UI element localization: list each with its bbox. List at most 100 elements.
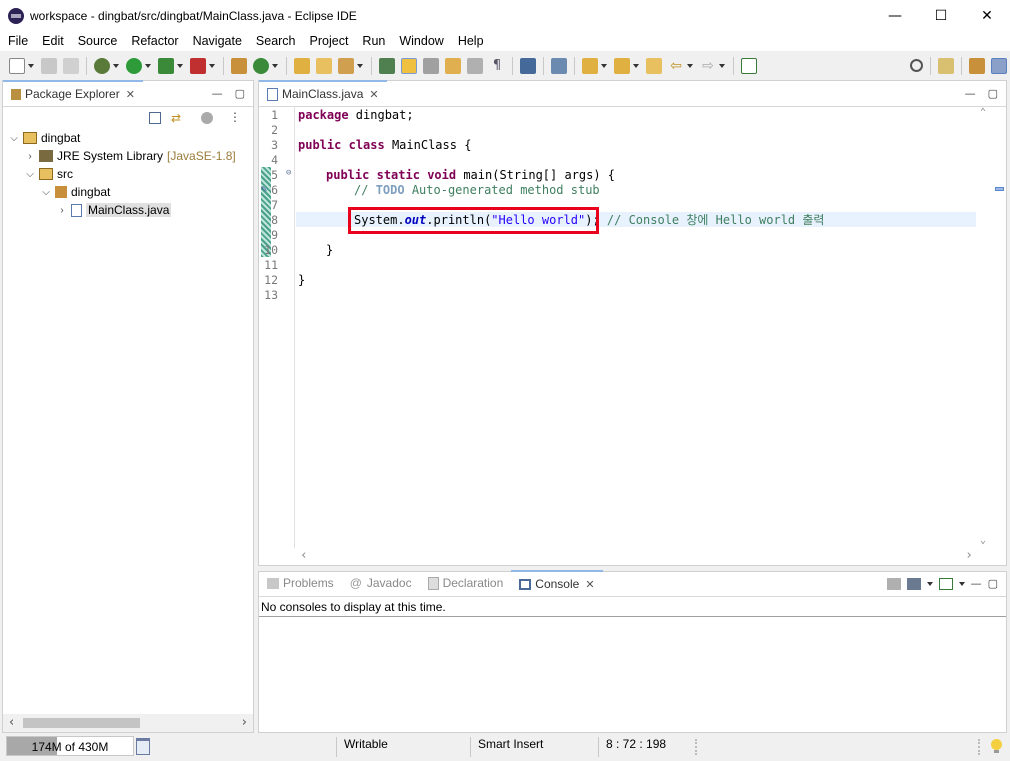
chevron-right-icon[interactable]: ›	[965, 548, 973, 563]
lightbulb-icon[interactable]	[991, 739, 1002, 750]
maximize-view-icon[interactable]: ▢	[988, 577, 998, 590]
status-splitter[interactable]	[978, 739, 980, 755]
tab-problems[interactable]: Problems	[259, 570, 342, 596]
debug-icon[interactable]	[94, 57, 110, 74]
last-edit-icon[interactable]	[646, 57, 662, 74]
forward-dropdown-icon[interactable]	[719, 63, 725, 68]
terminal-icon[interactable]	[520, 57, 536, 74]
fold-minus-icon[interactable]: ⊖	[286, 168, 291, 178]
new-java-class-icon[interactable]	[253, 57, 269, 74]
tab-package-explorer[interactable]: Package Explorer ✕	[3, 80, 143, 106]
external-tools-icon[interactable]	[190, 57, 206, 74]
link-with-editor-icon[interactable]: ⇄	[171, 112, 185, 124]
chevron-left-icon[interactable]: ‹	[9, 715, 14, 730]
menu-source[interactable]: Source	[70, 34, 124, 48]
coverage-icon[interactable]	[158, 57, 174, 74]
chevron-right-icon[interactable]: ›	[242, 715, 247, 730]
run-dropdown-icon[interactable]	[145, 63, 151, 68]
status-splitter[interactable]	[695, 739, 697, 755]
chevron-down-icon[interactable]: ⌵	[41, 187, 51, 198]
vertical-scrollbar[interactable]: ⌃ ⌄	[977, 107, 993, 548]
close-button[interactable]: ✕	[964, 0, 1010, 31]
menu-file[interactable]: File	[0, 34, 34, 48]
focus-active-task-icon[interactable]	[201, 112, 213, 124]
menu-project[interactable]: Project	[302, 34, 355, 48]
new-icon[interactable]	[9, 57, 25, 74]
trash-icon[interactable]	[136, 738, 150, 755]
display-console-icon[interactable]	[906, 577, 921, 590]
back-icon[interactable]: ⇦	[668, 58, 684, 74]
tab-javadoc[interactable]: @ Javadoc	[342, 570, 420, 596]
tree-item-src[interactable]: ⌵ src	[25, 165, 73, 183]
heap-status[interactable]: 174M of 430M	[6, 736, 134, 756]
collapse-all-icon[interactable]	[149, 112, 161, 124]
search-tool-dropdown-icon[interactable]	[357, 63, 363, 68]
chevron-left-icon[interactable]: ‹	[300, 548, 308, 563]
chevron-down-icon[interactable]: ⌵	[25, 169, 35, 180]
next-annotation-icon[interactable]	[582, 57, 598, 74]
close-icon[interactable]: ✕	[369, 88, 378, 101]
open-task-icon[interactable]	[316, 57, 332, 74]
overview-ruler-marker[interactable]	[995, 187, 1004, 191]
tab-declaration[interactable]: Declaration	[420, 570, 512, 596]
view-menu-icon[interactable]: ⋮	[229, 110, 241, 124]
menu-refactor[interactable]: Refactor	[123, 34, 184, 48]
toggle-breadcrumb-icon[interactable]	[379, 57, 395, 74]
horizontal-scrollbar[interactable]: ‹ ›	[296, 548, 977, 564]
chevron-right-icon[interactable]: ›	[25, 151, 35, 162]
new-java-package-icon[interactable]	[231, 57, 247, 74]
maximize-button[interactable]: ☐	[918, 0, 964, 31]
chevron-down-icon[interactable]: ⌵	[9, 133, 19, 144]
tab-mainclass-java[interactable]: MainClass.java ✕	[259, 80, 387, 106]
pin-editor-icon[interactable]	[741, 57, 757, 74]
minimize-button[interactable]: —	[872, 0, 918, 31]
scrollbar-thumb[interactable]	[23, 718, 140, 728]
run-icon[interactable]	[126, 57, 142, 74]
minimize-view-icon[interactable]: —	[965, 87, 976, 100]
open-type-icon[interactable]	[294, 57, 310, 74]
pin-console-icon[interactable]	[886, 577, 901, 590]
word-wrap-icon[interactable]	[445, 57, 461, 74]
save-icon[interactable]	[41, 57, 57, 74]
close-icon[interactable]: ✕	[585, 578, 594, 591]
menu-navigate[interactable]: Navigate	[185, 34, 248, 48]
new-console-dropdown-icon[interactable]	[958, 581, 965, 586]
tree-item-file[interactable]: › MainClass.java	[57, 201, 172, 219]
new-console-icon[interactable]	[938, 577, 953, 590]
close-icon[interactable]: ✕	[126, 88, 135, 101]
chevron-down-icon[interactable]: ⌄	[980, 535, 986, 546]
new-class-dropdown-icon[interactable]	[272, 63, 278, 68]
maximize-view-icon[interactable]: ▢	[235, 87, 245, 100]
tree-item-project[interactable]: ⌵ dingbat	[9, 129, 80, 147]
tab-console[interactable]: Console ✕	[511, 570, 603, 596]
new-dropdown-icon[interactable]	[28, 63, 34, 68]
tree-item-jre-library[interactable]: › JRE System Library [JavaSE-1.8]	[25, 147, 235, 165]
external-tools-dropdown-icon[interactable]	[209, 63, 215, 68]
pilcrow-icon[interactable]: ¶	[489, 58, 505, 74]
minimize-view-icon[interactable]: —	[212, 87, 223, 100]
skip-breakpoints-icon[interactable]	[551, 57, 567, 74]
chevron-up-icon[interactable]: ⌃	[980, 107, 986, 118]
coverage-dropdown-icon[interactable]	[177, 63, 183, 68]
save-all-icon[interactable]	[63, 57, 79, 74]
display-console-dropdown-icon[interactable]	[926, 581, 933, 586]
tree-item-package[interactable]: ⌵ dingbat	[41, 183, 110, 201]
minimize-view-icon[interactable]: —	[971, 577, 982, 590]
java-ee-perspective-icon[interactable]	[969, 57, 985, 74]
mark-occurrences-icon[interactable]	[401, 57, 417, 74]
back-dropdown-icon[interactable]	[687, 63, 693, 68]
menu-run[interactable]: Run	[354, 34, 391, 48]
previous-annotation-dropdown-icon[interactable]	[633, 63, 639, 68]
maximize-view-icon[interactable]: ▢	[988, 87, 998, 100]
java-perspective-icon[interactable]	[991, 57, 1007, 74]
chevron-right-icon[interactable]: ›	[57, 205, 67, 216]
menu-edit[interactable]: Edit	[34, 34, 70, 48]
debug-dropdown-icon[interactable]	[113, 63, 119, 68]
menu-window[interactable]: Window	[391, 34, 449, 48]
block-selection-icon[interactable]	[423, 57, 439, 74]
menu-help[interactable]: Help	[450, 34, 490, 48]
horizontal-scrollbar[interactable]: ‹ ›	[3, 714, 253, 732]
open-perspective-icon[interactable]	[938, 57, 954, 74]
menu-search[interactable]: Search	[248, 34, 302, 48]
previous-annotation-icon[interactable]	[614, 57, 630, 74]
